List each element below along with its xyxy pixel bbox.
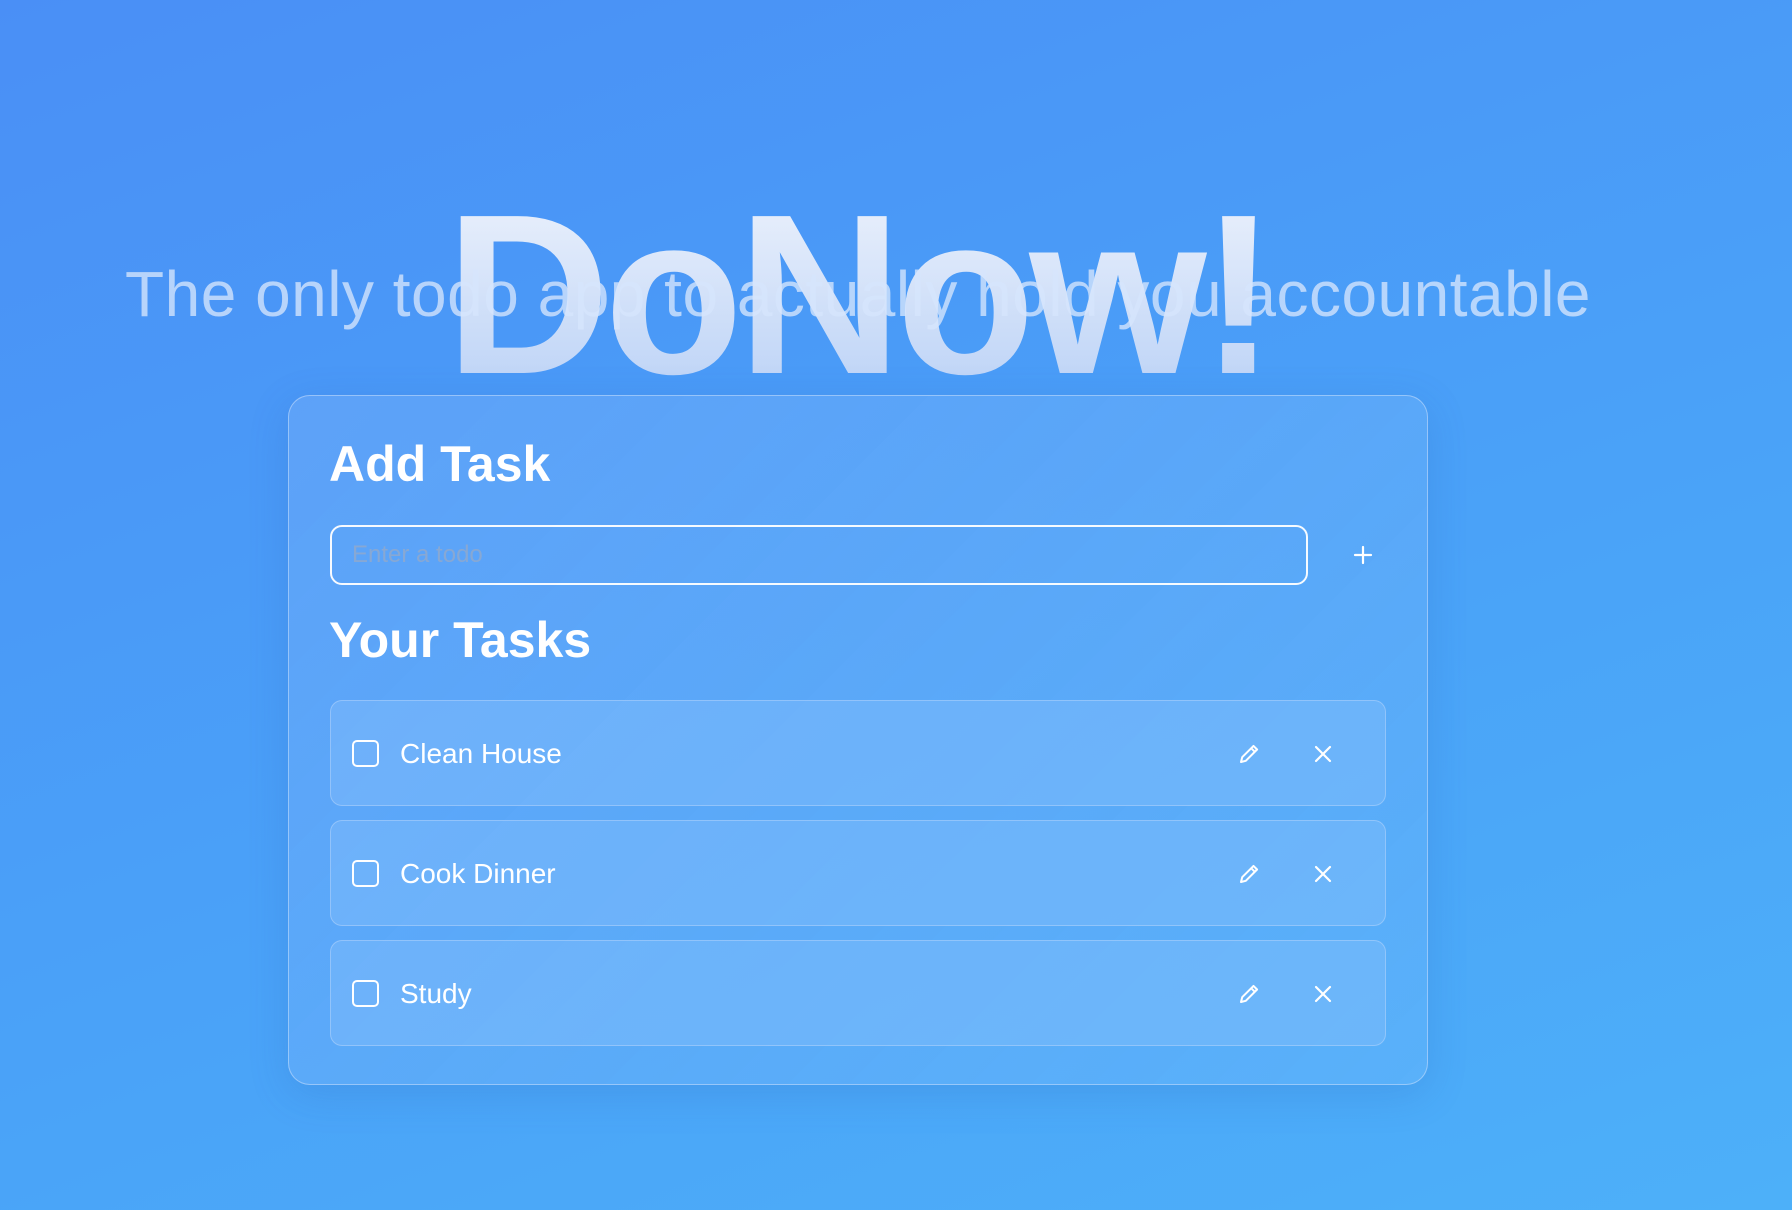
todo-card: Add Task Your Tasks Clean House xyxy=(288,395,1428,1085)
task-item: Cook Dinner xyxy=(330,820,1386,926)
task-label: Cook Dinner xyxy=(400,858,556,889)
task-item: Study xyxy=(330,940,1386,1046)
delete-task-button[interactable] xyxy=(1301,732,1345,776)
edit-task-button[interactable] xyxy=(1227,852,1271,896)
task-label: Clean House xyxy=(400,738,562,769)
delete-task-button[interactable] xyxy=(1301,852,1345,896)
close-icon xyxy=(1313,744,1333,764)
todo-input[interactable] xyxy=(330,525,1308,585)
task-label: Study xyxy=(400,978,472,1009)
pencil-icon xyxy=(1237,982,1261,1006)
delete-task-button[interactable] xyxy=(1301,972,1345,1016)
task-checkbox[interactable] xyxy=(352,860,379,887)
task-checkbox[interactable] xyxy=(352,740,379,767)
plus-icon xyxy=(1352,544,1374,566)
app-subtitle: The only todo app to actually hold you a… xyxy=(125,258,1591,330)
task-item: Clean House xyxy=(330,700,1386,806)
close-icon xyxy=(1313,984,1333,1004)
close-icon xyxy=(1313,864,1333,884)
add-task-button[interactable] xyxy=(1337,529,1389,581)
task-list: Clean House Cook Dinner Study xyxy=(330,700,1386,1060)
edit-task-button[interactable] xyxy=(1227,972,1271,1016)
pencil-icon xyxy=(1237,742,1261,766)
your-tasks-heading: Your Tasks xyxy=(329,612,592,668)
pencil-icon xyxy=(1237,862,1261,886)
task-checkbox[interactable] xyxy=(352,980,379,1007)
add-task-heading: Add Task xyxy=(329,436,551,492)
edit-task-button[interactable] xyxy=(1227,732,1271,776)
